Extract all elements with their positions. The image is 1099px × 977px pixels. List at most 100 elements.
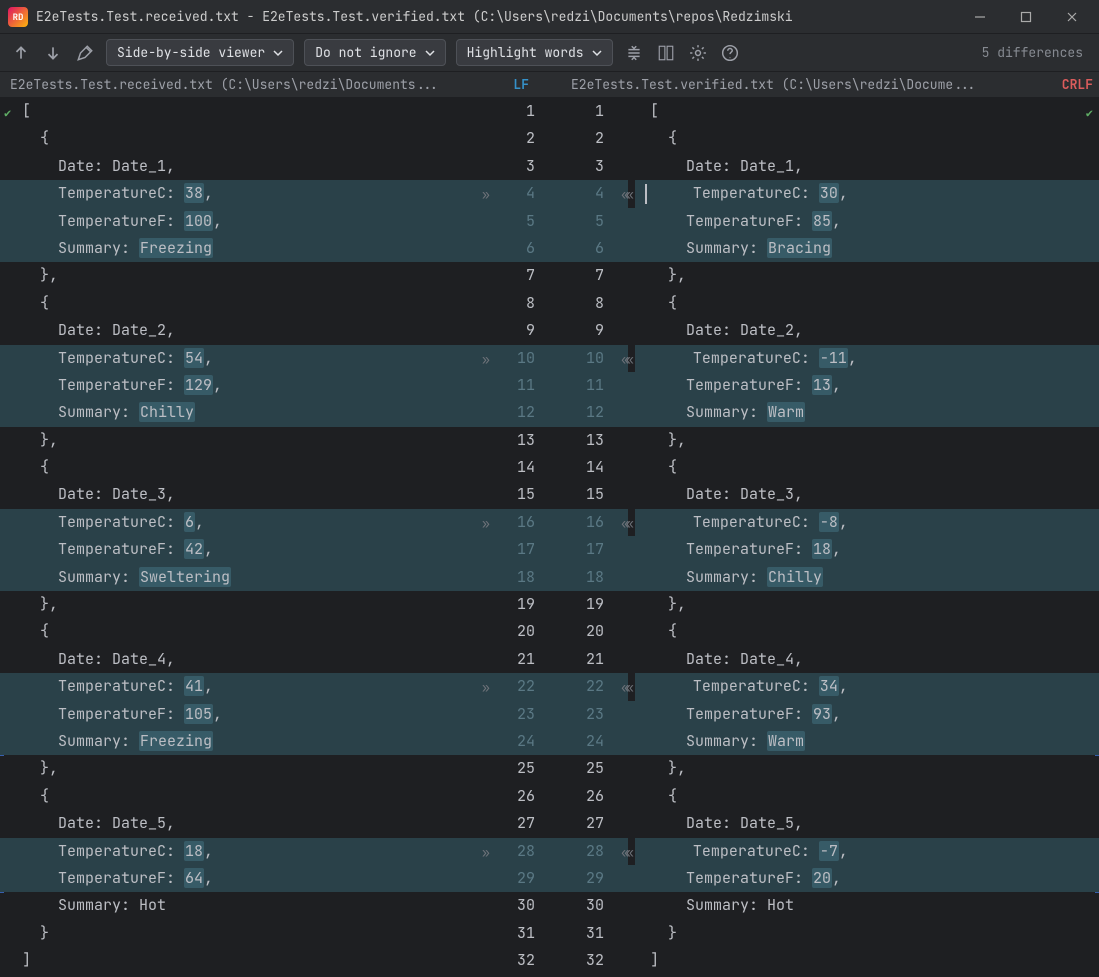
code-line[interactable]: « TemperatureC: -8, bbox=[628, 509, 1099, 536]
code-line[interactable]: Date: Date_3, bbox=[628, 481, 1099, 508]
help-icon[interactable] bbox=[719, 42, 741, 64]
code-line[interactable]: }, bbox=[0, 591, 478, 618]
code-line[interactable]: TemperatureF: 85, bbox=[628, 208, 1099, 235]
settings-icon[interactable] bbox=[687, 42, 709, 64]
diff-editor[interactable]: ✔ ✔ [ { Date: Date_1, TemperatureC: 38, … bbox=[0, 98, 1099, 977]
titlebar: RD E2eTests.Test.received.txt - E2eTests… bbox=[0, 0, 1099, 34]
code-line[interactable]: Date: Date_4, bbox=[0, 646, 478, 673]
apply-right-icon[interactable]: » bbox=[482, 346, 487, 373]
code-line[interactable]: { bbox=[628, 290, 1099, 317]
toolbar: Side-by-side viewer Do not ignore Highli… bbox=[0, 34, 1099, 72]
sync-scroll-icon[interactable] bbox=[655, 42, 677, 64]
code-line[interactable]: }, bbox=[628, 262, 1099, 289]
code-line[interactable]: TemperatureC: 18, bbox=[0, 838, 478, 865]
code-line[interactable]: « TemperatureC: 30, bbox=[628, 180, 1099, 207]
code-line[interactable]: TemperatureC: 38, bbox=[0, 180, 478, 207]
left-file-name: E2eTests.Test.received.txt (C:\Users\red… bbox=[10, 76, 507, 93]
apply-right-icon[interactable]: » bbox=[482, 839, 487, 866]
code-line[interactable]: Date: Date_1, bbox=[628, 153, 1099, 180]
apply-left-icon[interactable]: « bbox=[626, 181, 631, 208]
code-line[interactable]: { bbox=[0, 454, 478, 481]
code-line[interactable]: Summary: Chilly bbox=[0, 399, 478, 426]
code-line[interactable]: Summary: Chilly bbox=[628, 564, 1099, 591]
code-line[interactable]: { bbox=[628, 783, 1099, 810]
code-line[interactable]: « TemperatureC: 34, bbox=[628, 673, 1099, 700]
code-line[interactable]: } bbox=[0, 920, 478, 947]
viewer-mode-label: Side-by-side viewer bbox=[117, 44, 265, 61]
code-line[interactable]: Date: Date_2, bbox=[0, 317, 478, 344]
code-line[interactable]: { bbox=[628, 454, 1099, 481]
apply-left-icon[interactable]: « bbox=[626, 346, 631, 373]
apply-left-icon[interactable]: « bbox=[626, 510, 631, 537]
collapse-unchanged-icon[interactable] bbox=[623, 42, 645, 64]
code-line[interactable]: TemperatureF: 18, bbox=[628, 536, 1099, 563]
code-line[interactable]: { bbox=[0, 290, 478, 317]
code-line[interactable]: Date: Date_3, bbox=[0, 481, 478, 508]
apply-left-icon[interactable]: « bbox=[626, 674, 631, 701]
code-line[interactable]: TemperatureF: 100, bbox=[0, 208, 478, 235]
code-line[interactable]: TemperatureC: 41, bbox=[0, 673, 478, 700]
code-line[interactable]: TemperatureF: 105, bbox=[0, 701, 478, 728]
code-line[interactable]: Summary: Freezing bbox=[0, 235, 478, 262]
edit-icon[interactable] bbox=[74, 42, 96, 64]
left-pane[interactable]: [ { Date: Date_1, TemperatureC: 38, Temp… bbox=[0, 98, 478, 977]
code-line[interactable]: TemperatureF: 129, bbox=[0, 372, 478, 399]
code-line[interactable]: Summary: Freezing bbox=[0, 728, 478, 755]
highlight-mode-dropdown[interactable]: Highlight words bbox=[456, 39, 613, 66]
file-headers: E2eTests.Test.received.txt (C:\Users\red… bbox=[0, 72, 1099, 98]
code-line[interactable]: TemperatureF: 42, bbox=[0, 536, 478, 563]
code-line[interactable]: Date: Date_1, bbox=[0, 153, 478, 180]
apply-right-icon[interactable]: » bbox=[482, 674, 487, 701]
prev-diff-button[interactable] bbox=[10, 42, 32, 64]
code-line[interactable]: « TemperatureC: -7, bbox=[628, 838, 1099, 865]
minimize-button[interactable] bbox=[957, 0, 1003, 34]
diff-count: 5 differences bbox=[982, 44, 1083, 61]
code-line[interactable]: Date: Date_4, bbox=[628, 646, 1099, 673]
right-pane[interactable]: [ { Date: Date_1,« TemperatureC: 30, Tem… bbox=[628, 98, 1099, 977]
code-line[interactable]: { bbox=[628, 125, 1099, 152]
code-line[interactable]: }, bbox=[0, 427, 478, 454]
code-line[interactable]: }, bbox=[0, 262, 478, 289]
code-line[interactable]: TemperatureC: 54, bbox=[0, 345, 478, 372]
code-line[interactable]: TemperatureF: 93, bbox=[628, 701, 1099, 728]
code-line[interactable]: TemperatureF: 13, bbox=[628, 372, 1099, 399]
close-button[interactable] bbox=[1049, 0, 1095, 34]
code-line[interactable]: ] bbox=[0, 947, 478, 974]
code-line[interactable]: Date: Date_5, bbox=[0, 810, 478, 837]
apply-left-icon[interactable]: « bbox=[626, 839, 631, 866]
code-line[interactable]: }, bbox=[0, 755, 478, 782]
code-line[interactable]: [ bbox=[628, 98, 1099, 125]
code-line[interactable]: « TemperatureC: -11, bbox=[628, 345, 1099, 372]
code-line[interactable]: Date: Date_5, bbox=[628, 810, 1099, 837]
code-line[interactable]: { bbox=[628, 618, 1099, 645]
code-line[interactable]: Summary: Hot bbox=[628, 892, 1099, 919]
code-line[interactable]: TemperatureC: 6, bbox=[0, 509, 478, 536]
code-line[interactable]: } bbox=[628, 920, 1099, 947]
code-line[interactable]: { bbox=[0, 783, 478, 810]
code-line[interactable]: Summary: Bracing bbox=[628, 235, 1099, 262]
code-line[interactable]: }, bbox=[628, 427, 1099, 454]
code-line[interactable]: Summary: Warm bbox=[628, 399, 1099, 426]
chevron-down-icon bbox=[425, 48, 435, 58]
code-line[interactable]: [ bbox=[0, 98, 478, 125]
code-line[interactable]: }, bbox=[628, 755, 1099, 782]
code-line[interactable]: Date: Date_2, bbox=[628, 317, 1099, 344]
highlight-mode-label: Highlight words bbox=[467, 44, 584, 61]
code-line[interactable]: { bbox=[0, 125, 478, 152]
app-icon: RD bbox=[8, 7, 28, 27]
apply-right-icon[interactable]: » bbox=[482, 181, 487, 208]
code-line[interactable]: TemperatureF: 20, bbox=[628, 865, 1099, 892]
code-line[interactable]: TemperatureF: 64, bbox=[0, 865, 478, 892]
ignore-mode-dropdown[interactable]: Do not ignore bbox=[304, 39, 445, 66]
apply-right-icon[interactable]: » bbox=[482, 510, 487, 537]
code-line[interactable]: Summary: Hot bbox=[0, 892, 478, 919]
code-line[interactable]: }, bbox=[628, 591, 1099, 618]
code-line[interactable]: Summary: Sweltering bbox=[0, 564, 478, 591]
code-line[interactable]: { bbox=[0, 618, 478, 645]
viewer-mode-dropdown[interactable]: Side-by-side viewer bbox=[106, 39, 294, 66]
next-diff-button[interactable] bbox=[42, 42, 64, 64]
code-line[interactable]: Summary: Warm bbox=[628, 728, 1099, 755]
code-line[interactable]: ] bbox=[628, 947, 1099, 974]
maximize-button[interactable] bbox=[1003, 0, 1049, 34]
left-eol-badge: LF bbox=[513, 76, 529, 93]
